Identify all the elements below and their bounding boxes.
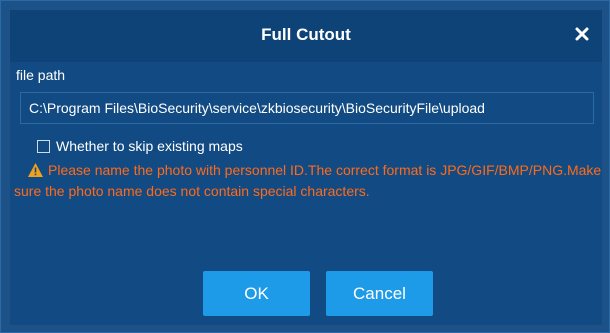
warning-text: Please name the photo with personnel ID.… — [14, 162, 602, 199]
warning-message: Please name the photo with personnel ID.… — [14, 161, 606, 200]
skip-existing-checkbox[interactable] — [37, 139, 50, 153]
dialog-title: Full Cutout — [261, 25, 351, 44]
file-path-label: file path — [16, 67, 66, 83]
skip-existing-row[interactable]: Whether to skip existing maps — [37, 137, 243, 155]
skip-existing-label: Whether to skip existing maps — [56, 138, 243, 154]
cancel-button[interactable]: Cancel — [326, 271, 433, 316]
full-cutout-dialog: Full Cutout file path C:\Program Files\B… — [0, 0, 610, 333]
close-icon[interactable] — [570, 22, 594, 46]
file-path-field[interactable]: C:\Program Files\BioSecurity\service\zkb… — [20, 92, 594, 124]
warning-icon — [27, 162, 44, 182]
dialog-title-bar: Full Cutout — [10, 10, 602, 62]
ok-button[interactable]: OK — [203, 271, 310, 316]
